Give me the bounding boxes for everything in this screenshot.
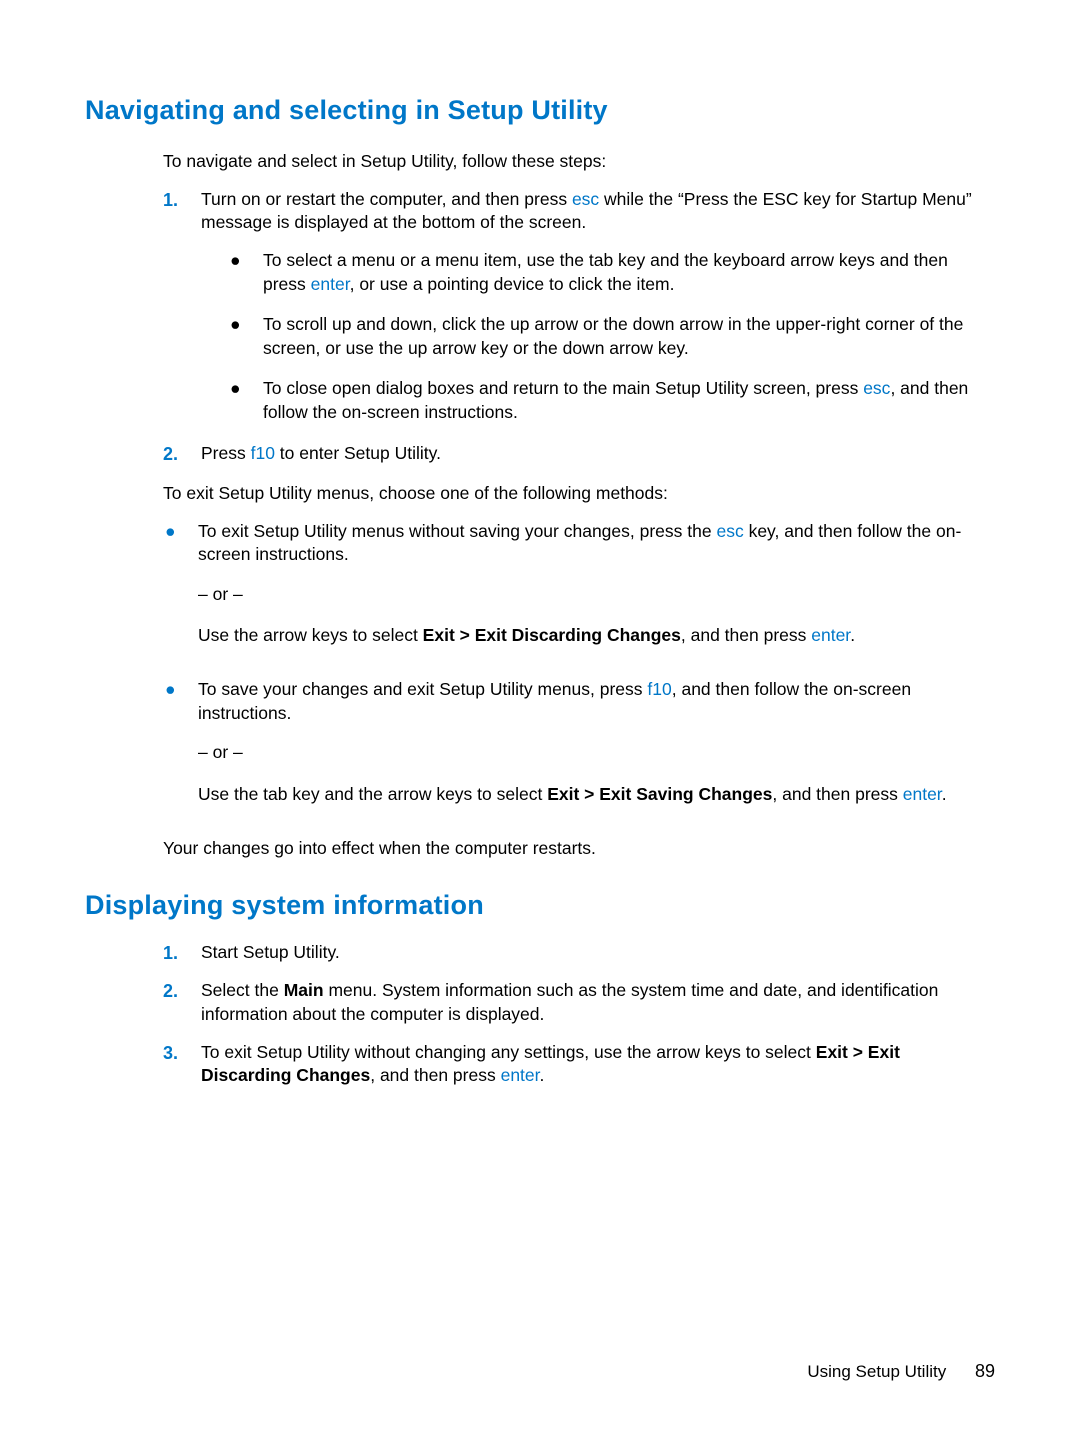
bullet-symbol: ●	[228, 313, 263, 360]
key-esc: esc	[716, 521, 743, 541]
text: To exit Setup Utility menus without savi…	[198, 521, 716, 541]
bullet-symbol: ●	[228, 249, 263, 296]
text: To exit Setup Utility without changing a…	[201, 1042, 816, 1062]
step-text: Press f10 to enter Setup Utility.	[201, 442, 995, 466]
bullet-text: To select a menu or a menu item, use the…	[263, 249, 995, 296]
text: Use the arrow keys to select	[198, 625, 423, 645]
page-number: 89	[975, 1361, 995, 1381]
footer-line: Your changes go into effect when the com…	[163, 837, 995, 861]
text: , and then press	[681, 625, 811, 645]
step-2: 2. Select the Main menu. System informat…	[163, 979, 995, 1026]
text: .	[850, 625, 855, 645]
bullet-text: To exit Setup Utility menus without savi…	[198, 520, 995, 665]
text: Use the tab key and the arrow keys to se…	[198, 784, 547, 804]
key-esc: esc	[863, 378, 890, 398]
step-number: 3.	[163, 1041, 201, 1088]
text: , and then press	[772, 784, 902, 804]
bold-text: Main	[284, 980, 324, 1000]
text: .	[942, 784, 947, 804]
step-text: To exit Setup Utility without changing a…	[201, 1041, 995, 1088]
bullet-text: To scroll up and down, click the up arro…	[263, 313, 995, 360]
text: Select the	[201, 980, 284, 1000]
text: to enter Setup Utility.	[275, 443, 441, 463]
step-number: 2.	[163, 442, 201, 466]
step-text: Start Setup Utility.	[201, 941, 995, 965]
bullet-symbol: ●	[163, 678, 198, 823]
key-enter: enter	[903, 784, 942, 804]
footer-text: Using Setup Utility	[807, 1362, 946, 1381]
text: , or use a pointing device to click the …	[350, 274, 675, 294]
bullet-item: ● To select a menu or a menu item, use t…	[228, 249, 995, 296]
key-f10: f10	[251, 443, 275, 463]
step-1: 1. Turn on or restart the computer, and …	[163, 188, 995, 235]
or-text: – or –	[198, 741, 995, 765]
text: Turn on or restart the computer, and the…	[201, 189, 572, 209]
bullet-item: ● To save your changes and exit Setup Ut…	[163, 678, 995, 823]
bold-text: Exit > Exit Saving Changes	[547, 784, 772, 804]
step-number: 1.	[163, 188, 201, 235]
step-3: 3. To exit Setup Utility without changin…	[163, 1041, 995, 1088]
intro-text: To navigate and select in Setup Utility,…	[163, 150, 995, 174]
bullet-symbol: ●	[163, 520, 198, 665]
key-enter: enter	[501, 1065, 540, 1085]
bullet-symbol: ●	[228, 377, 263, 424]
exit-intro: To exit Setup Utility menus, choose one …	[163, 482, 995, 506]
heading-displaying: Displaying system information	[85, 890, 995, 921]
key-enter: enter	[811, 625, 850, 645]
text: Press	[201, 443, 251, 463]
text: To save your changes and exit Setup Util…	[198, 679, 647, 699]
bullet-item: ● To exit Setup Utility menus without sa…	[163, 520, 995, 665]
text: .	[540, 1065, 545, 1085]
step-1: 1. Start Setup Utility.	[163, 941, 995, 965]
key-enter: enter	[311, 274, 350, 294]
step-number: 1.	[163, 941, 201, 965]
key-f10: f10	[647, 679, 671, 699]
bullet-text: To save your changes and exit Setup Util…	[198, 678, 995, 823]
heading-navigating: Navigating and selecting in Setup Utilit…	[85, 95, 995, 126]
bullet-text: To close open dialog boxes and return to…	[263, 377, 995, 424]
bullet-item: ● To scroll up and down, click the up ar…	[228, 313, 995, 360]
step-number: 2.	[163, 979, 201, 1026]
text: , and then press	[370, 1065, 500, 1085]
bold-text: Exit > Exit Discarding Changes	[423, 625, 681, 645]
or-text: – or –	[198, 583, 995, 607]
step-text: Turn on or restart the computer, and the…	[201, 188, 995, 235]
step-2: 2. Press f10 to enter Setup Utility.	[163, 442, 995, 466]
page-footer: Using Setup Utility 89	[807, 1361, 995, 1382]
key-esc: esc	[572, 189, 599, 209]
bullet-item: ● To close open dialog boxes and return …	[228, 377, 995, 424]
text: To close open dialog boxes and return to…	[263, 378, 863, 398]
step-text: Select the Main menu. System information…	[201, 979, 995, 1026]
